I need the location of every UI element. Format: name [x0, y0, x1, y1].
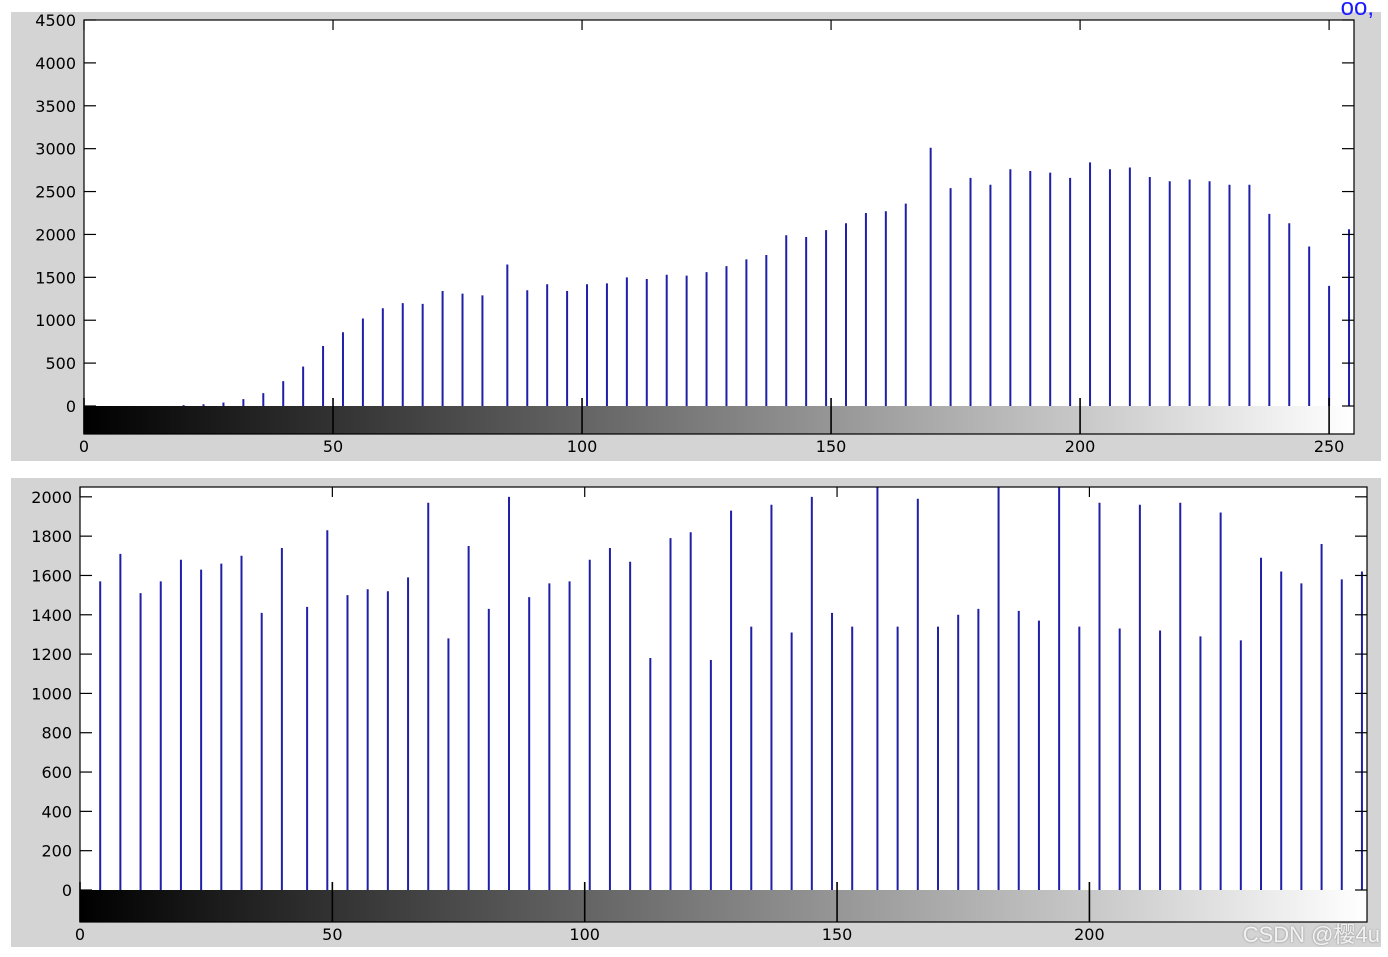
y-tick-label: 1500	[35, 268, 76, 287]
y-tick-label: 200	[41, 842, 72, 861]
x-tick-label: 0	[79, 437, 89, 456]
x-tick-label: 250	[1314, 437, 1345, 456]
y-tick-label: 4000	[35, 54, 76, 73]
chart-1: 0 500 1000 1500 2000 2500 3000 3500 4000 4500 0 50 1…	[11, 11, 1381, 461]
x-tick-label: 50	[322, 925, 342, 944]
y-tick-label: 600	[41, 763, 72, 782]
x-tick-label: 200	[1065, 437, 1096, 456]
y-tick-label: 400	[41, 802, 72, 821]
y-tick-label: 0	[66, 397, 76, 416]
x-tick-label: 200	[1074, 925, 1105, 944]
y-tick-label: 1200	[31, 645, 72, 664]
y-tick-label: 3000	[35, 140, 76, 159]
histogram-figure: 0500100015002000250030003500400045000 50 1…	[11, 11, 1381, 947]
x-tick-label: 100	[567, 437, 598, 456]
y-tick-label: 2500	[35, 183, 76, 202]
y-tick-label: 1600	[31, 566, 72, 585]
y-tick-label: 1800	[31, 527, 72, 546]
x-tick-label: 100	[569, 925, 600, 944]
y-tick-label: 1000	[35, 311, 76, 330]
chart-2: 0 200 400 600 800 1000 1200 1400 1600 1800 2000 0 50…	[11, 478, 1381, 947]
corner-mark: oo,	[1340, 0, 1374, 21]
x-tick-label: 150	[816, 437, 847, 456]
grayscale-colorbar	[80, 890, 1367, 922]
y-tick-label: 2000	[35, 225, 76, 244]
x-tick-label: 0	[75, 925, 85, 944]
y-tick-label: 800	[41, 724, 72, 743]
x-tick-label: 150	[822, 925, 853, 944]
plot-area	[80, 487, 1367, 890]
y-tick-label: 2000	[31, 488, 72, 507]
grayscale-colorbar	[84, 406, 1354, 434]
y-tick-label: 3500	[35, 97, 76, 116]
y-tick-label: 1000	[31, 684, 72, 703]
watermark: CSDN @樱4u	[1242, 922, 1380, 947]
y-tick-label: 500	[45, 354, 76, 373]
y-tick-label: 0	[62, 881, 72, 900]
x-tick-label: 50	[323, 437, 343, 456]
y-tick-label: 1400	[31, 606, 72, 625]
plot-area	[84, 20, 1354, 406]
y-tick-label: 4500	[35, 11, 76, 30]
